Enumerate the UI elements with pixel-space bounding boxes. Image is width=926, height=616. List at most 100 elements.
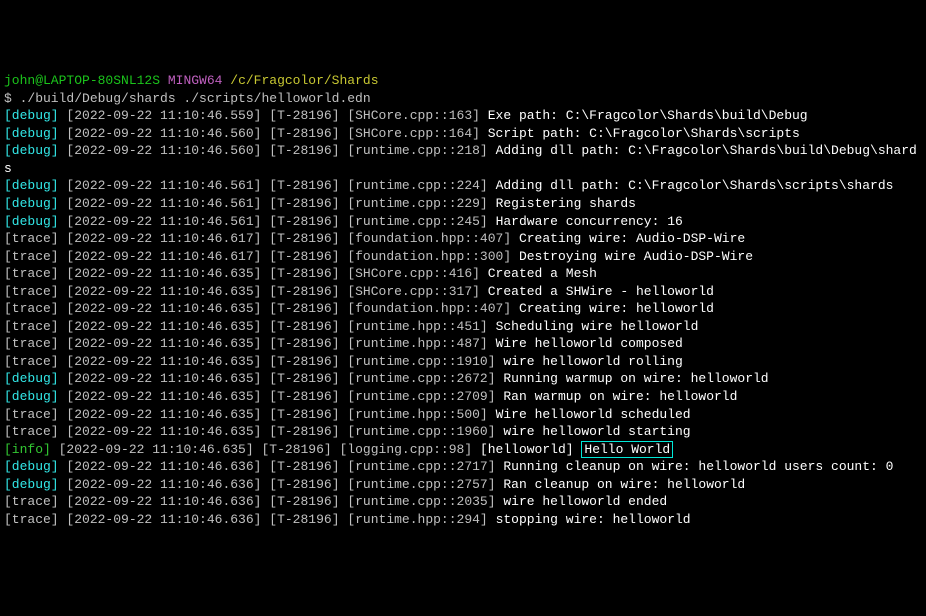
log-source: [runtime.cpp::218] (347, 143, 487, 158)
log-level: [debug] (4, 178, 59, 193)
log-level: [trace] (4, 301, 59, 316)
log-line: [trace] [2022-09-22 11:10:46.635] [T-281… (4, 283, 922, 301)
log-timestamp: [2022-09-22 11:10:46.635] (66, 266, 261, 281)
log-source: [SHCore.cpp::317] (347, 284, 480, 299)
log-timestamp: [2022-09-22 11:10:46.636] (66, 512, 261, 527)
log-line: [debug] [2022-09-22 11:10:46.561] [T-281… (4, 177, 922, 195)
log-thread: [T-28196] (269, 424, 339, 439)
command-line[interactable]: $ ./build/Debug/shards ./scripts/hellowo… (4, 90, 922, 108)
log-timestamp: [2022-09-22 11:10:46.635] (66, 407, 261, 422)
log-level: [trace] (4, 512, 59, 527)
log-line: [trace] [2022-09-22 11:10:46.635] [T-281… (4, 318, 922, 336)
log-message: Hardware concurrency: 16 (496, 214, 683, 229)
log-message: Running cleanup on wire: helloworld user… (503, 459, 893, 474)
log-thread: [T-28196] (269, 512, 339, 527)
log-source: [runtime.cpp::224] (347, 178, 487, 193)
log-source: [logging.cpp::98] (340, 442, 473, 457)
log-line: [debug] [2022-09-22 11:10:46.635] [T-281… (4, 388, 922, 406)
log-level: [trace] (4, 424, 59, 439)
log-level: [debug] (4, 126, 59, 141)
log-level: [debug] (4, 108, 59, 123)
log-thread: [T-28196] (269, 126, 339, 141)
log-source: [foundation.hpp::407] (347, 301, 511, 316)
log-thread: [T-28196] (269, 214, 339, 229)
log-message: wire helloworld ended (503, 494, 667, 509)
log-message: Creating wire: helloworld (519, 301, 714, 316)
log-thread: [T-28196] (269, 301, 339, 316)
log-thread: [T-28196] (269, 143, 339, 158)
log-source: [SHCore.cpp::163] (347, 108, 480, 123)
log-level: [trace] (4, 249, 59, 264)
log-source: [runtime.hpp::487] (347, 336, 487, 351)
log-line: [trace] [2022-09-22 11:10:46.635] [T-281… (4, 423, 922, 441)
log-level: [debug] (4, 389, 59, 404)
log-line: [debug] [2022-09-22 11:10:46.635] [T-281… (4, 370, 922, 388)
log-line: [trace] [2022-09-22 11:10:46.636] [T-281… (4, 493, 922, 511)
prompt-env: MINGW64 (168, 73, 223, 88)
log-thread: [T-28196] (269, 284, 339, 299)
log-message: Wire helloworld scheduled (496, 407, 691, 422)
log-source: [runtime.cpp::2709] (347, 389, 495, 404)
log-level: [trace] (4, 407, 59, 422)
log-message: Adding dll path: C:\Fragcolor\Shards\scr… (496, 178, 894, 193)
log-source: [runtime.hpp::451] (347, 319, 487, 334)
log-level: [trace] (4, 494, 59, 509)
log-thread: [T-28196] (269, 407, 339, 422)
prompt-user: john@LAPTOP-80SNL12S (4, 73, 160, 88)
log-timestamp: [2022-09-22 11:10:46.560] (66, 126, 261, 141)
log-level: [trace] (4, 266, 59, 281)
log-timestamp: [2022-09-22 11:10:46.617] (66, 231, 261, 246)
log-thread: [T-28196] (269, 249, 339, 264)
log-message-highlight: Hello World (581, 441, 673, 458)
log-level: [debug] (4, 196, 59, 211)
log-thread: [T-28196] (269, 354, 339, 369)
log-source: [runtime.cpp::2757] (347, 477, 495, 492)
log-level: [info] (4, 442, 51, 457)
log-line: [debug] [2022-09-22 11:10:46.561] [T-281… (4, 213, 922, 231)
log-source: [foundation.hpp::300] (347, 249, 511, 264)
log-message: Scheduling wire helloworld (496, 319, 699, 334)
log-line: [debug] [2022-09-22 11:10:46.559] [T-281… (4, 107, 922, 125)
log-thread: [T-28196] (261, 442, 331, 457)
log-thread: [T-28196] (269, 108, 339, 123)
log-source: [runtime.cpp::1960] (347, 424, 495, 439)
log-source: [runtime.cpp::245] (347, 214, 487, 229)
log-thread: [T-28196] (269, 178, 339, 193)
log-line: [debug] [2022-09-22 11:10:46.561] [T-281… (4, 195, 922, 213)
log-level: [debug] (4, 143, 59, 158)
log-timestamp: [2022-09-22 11:10:46.636] (66, 477, 261, 492)
log-message: Wire helloworld composed (496, 336, 683, 351)
log-level: [trace] (4, 336, 59, 351)
log-line: [debug] [2022-09-22 11:10:46.560] [T-281… (4, 125, 922, 143)
log-output: [debug] [2022-09-22 11:10:46.559] [T-281… (4, 107, 922, 528)
log-timestamp: [2022-09-22 11:10:46.617] (66, 249, 261, 264)
log-thread: [T-28196] (269, 266, 339, 281)
log-timestamp: [2022-09-22 11:10:46.635] (66, 284, 261, 299)
log-thread: [T-28196] (269, 196, 339, 211)
log-level: [trace] (4, 354, 59, 369)
log-tag: [helloworld] (480, 442, 574, 457)
log-source: [runtime.hpp::294] (347, 512, 487, 527)
log-source: [SHCore.cpp::416] (347, 266, 480, 281)
log-thread: [T-28196] (269, 371, 339, 386)
log-message: stopping wire: helloworld (496, 512, 691, 527)
log-thread: [T-28196] (269, 477, 339, 492)
log-level: [debug] (4, 371, 59, 386)
log-line: [debug] [2022-09-22 11:10:46.636] [T-281… (4, 458, 922, 476)
log-thread: [T-28196] (269, 336, 339, 351)
log-timestamp: [2022-09-22 11:10:46.560] (66, 143, 261, 158)
log-message: Created a SHWire - helloworld (488, 284, 714, 299)
log-message: Registering shards (496, 196, 636, 211)
log-level: [trace] (4, 319, 59, 334)
log-timestamp: [2022-09-22 11:10:46.635] (59, 442, 254, 457)
log-timestamp: [2022-09-22 11:10:46.635] (66, 301, 261, 316)
log-level: [trace] (4, 231, 59, 246)
log-message: wire helloworld rolling (503, 354, 682, 369)
log-level: [debug] (4, 214, 59, 229)
log-line: [debug] [2022-09-22 11:10:46.636] [T-281… (4, 476, 922, 494)
log-thread: [T-28196] (269, 494, 339, 509)
log-line: [trace] [2022-09-22 11:10:46.635] [T-281… (4, 265, 922, 283)
log-thread: [T-28196] (269, 319, 339, 334)
prompt-line: john@LAPTOP-80SNL12S MINGW64 /c/Fragcolo… (4, 72, 922, 90)
log-line: [debug] [2022-09-22 11:10:46.560] [T-281… (4, 142, 922, 177)
